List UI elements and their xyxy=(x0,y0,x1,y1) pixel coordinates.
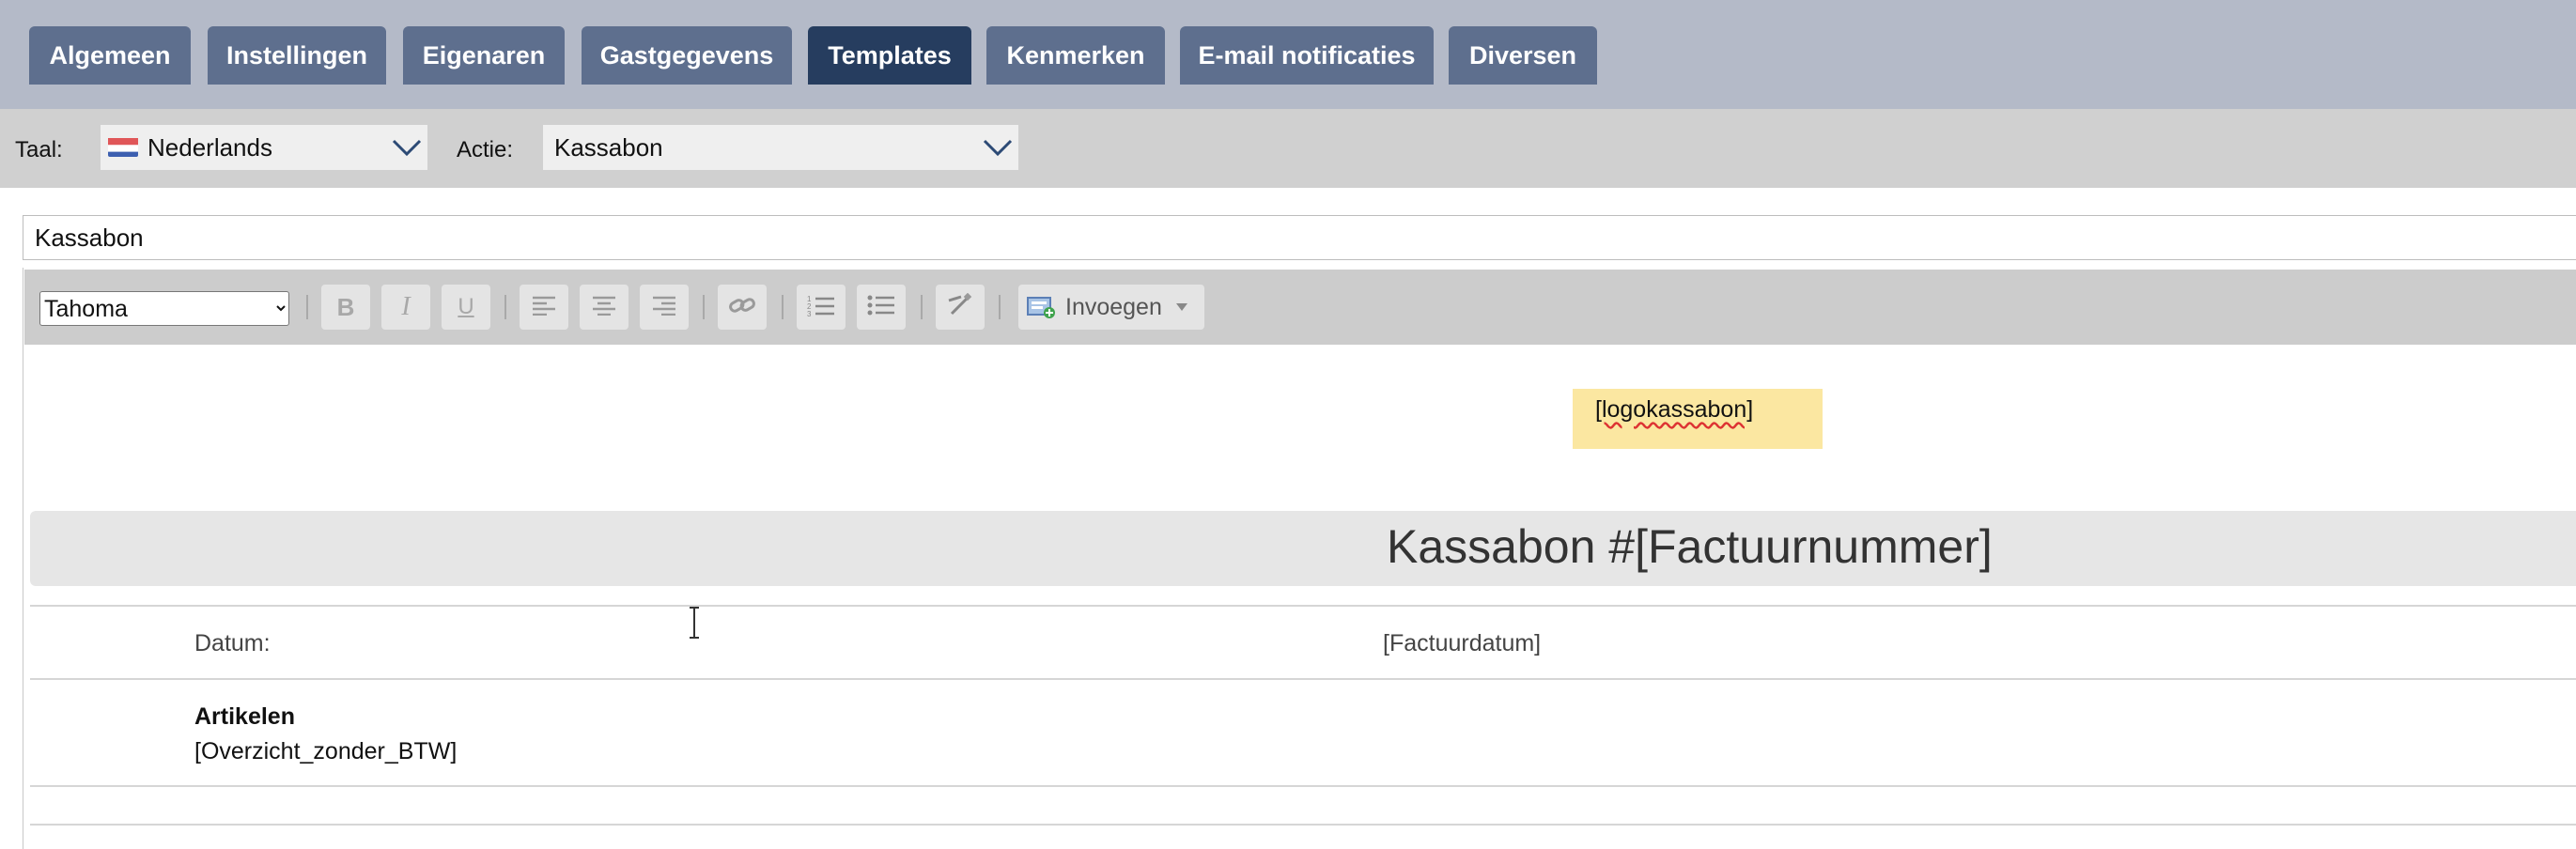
action-value: Kassabon xyxy=(554,132,663,162)
clear-format-icon xyxy=(946,292,974,322)
tab-algemeen[interactable]: Algemeen xyxy=(29,26,191,85)
tab-gastgegevens[interactable]: Gastgegevens xyxy=(582,26,792,85)
italic-icon: I xyxy=(401,292,411,321)
dutch-flag-icon xyxy=(108,136,138,157)
toolbar-separator xyxy=(921,295,923,319)
align-left-icon xyxy=(532,295,556,320)
tab-label: Templates xyxy=(828,40,952,69)
underline-button[interactable]: U xyxy=(442,285,490,330)
tab-eigenaren[interactable]: Eigenaren xyxy=(403,26,565,85)
articles-heading: Artikelen xyxy=(194,703,295,730)
font-select[interactable]: Tahoma xyxy=(39,291,289,326)
tab-label: Eigenaren xyxy=(422,40,546,69)
tab-label: Algemeen xyxy=(49,40,171,69)
chevron-down-icon xyxy=(386,125,427,170)
svg-text:3: 3 xyxy=(807,310,812,316)
clear-format-button[interactable] xyxy=(936,285,985,330)
articles-value: [Overzicht_zonder_BTW] xyxy=(194,738,458,764)
date-value: [Factuurdatum] xyxy=(1383,630,1542,656)
action-dropdown[interactable]: Kassabon xyxy=(543,125,1018,170)
filter-bar: Taal: Nederlands Actie: Kassabon xyxy=(0,109,2576,188)
align-right-button[interactable] xyxy=(640,285,689,330)
underline-icon: U xyxy=(458,294,474,319)
toolbar-separator xyxy=(999,295,1001,319)
document-title: Kassabon #[Factuurnummer] xyxy=(1387,520,1993,573)
insert-label: Invoegen xyxy=(1065,293,1162,320)
tab-label: Gastgegevens xyxy=(599,40,774,69)
tab-label: E-mail notificaties xyxy=(1198,40,1416,69)
divider xyxy=(30,785,2576,787)
text-cursor-icon xyxy=(688,607,701,643)
bullet-list-icon xyxy=(867,294,895,321)
divider xyxy=(30,605,2576,607)
chevron-down-icon xyxy=(977,125,1018,170)
numbered-list-icon: 123 xyxy=(807,294,835,321)
template-title-input[interactable] xyxy=(23,215,2576,260)
tab-diversen[interactable]: Diversen xyxy=(1449,26,1597,85)
tab-templates[interactable]: Templates xyxy=(808,26,971,85)
link-icon xyxy=(728,294,756,321)
numbered-list-button[interactable]: 123 xyxy=(797,285,846,330)
divider xyxy=(30,824,2576,826)
bold-button[interactable]: B xyxy=(321,285,370,330)
toolbar-separator xyxy=(504,295,506,319)
tab-label: Instellingen xyxy=(225,40,368,69)
tab-label: Diversen xyxy=(1468,40,1577,69)
date-label: Datum: xyxy=(194,630,271,656)
align-left-button[interactable] xyxy=(520,285,568,330)
document-header-band xyxy=(30,511,2576,586)
divider xyxy=(30,678,2576,680)
caret-down-icon xyxy=(1175,302,1188,312)
align-center-icon xyxy=(592,295,616,320)
tab-kenmerken[interactable]: Kenmerken xyxy=(986,26,1165,85)
language-dropdown[interactable]: Nederlands xyxy=(101,125,427,170)
toolbar-separator xyxy=(703,295,705,319)
toolbar-separator xyxy=(306,295,308,319)
tab-instellingen[interactable]: Instellingen xyxy=(208,26,386,85)
language-label: Taal: xyxy=(15,137,63,162)
italic-button[interactable]: I xyxy=(381,285,430,330)
toolbar-separator xyxy=(782,295,784,319)
link-button[interactable] xyxy=(718,285,767,330)
logo-placeholder: [logokassabon] xyxy=(1573,389,1823,449)
insert-button[interactable]: Invoegen xyxy=(1018,285,1204,330)
align-center-button[interactable] xyxy=(580,285,628,330)
tab-email-notificaties[interactable]: E-mail notificaties xyxy=(1180,26,1434,85)
action-label: Actie: xyxy=(457,137,514,162)
bullet-list-button[interactable] xyxy=(857,285,906,330)
bold-icon: B xyxy=(336,292,355,321)
tab-bar: Algemeen Instellingen Eigenaren Gastgege… xyxy=(0,0,2576,109)
align-right-icon xyxy=(652,295,676,320)
language-value: Nederlands xyxy=(147,132,272,162)
tab-label: Kenmerken xyxy=(1006,40,1145,69)
insert-icon xyxy=(1026,294,1058,320)
logo-placeholder-text: [logokassabon] xyxy=(1595,396,1754,423)
